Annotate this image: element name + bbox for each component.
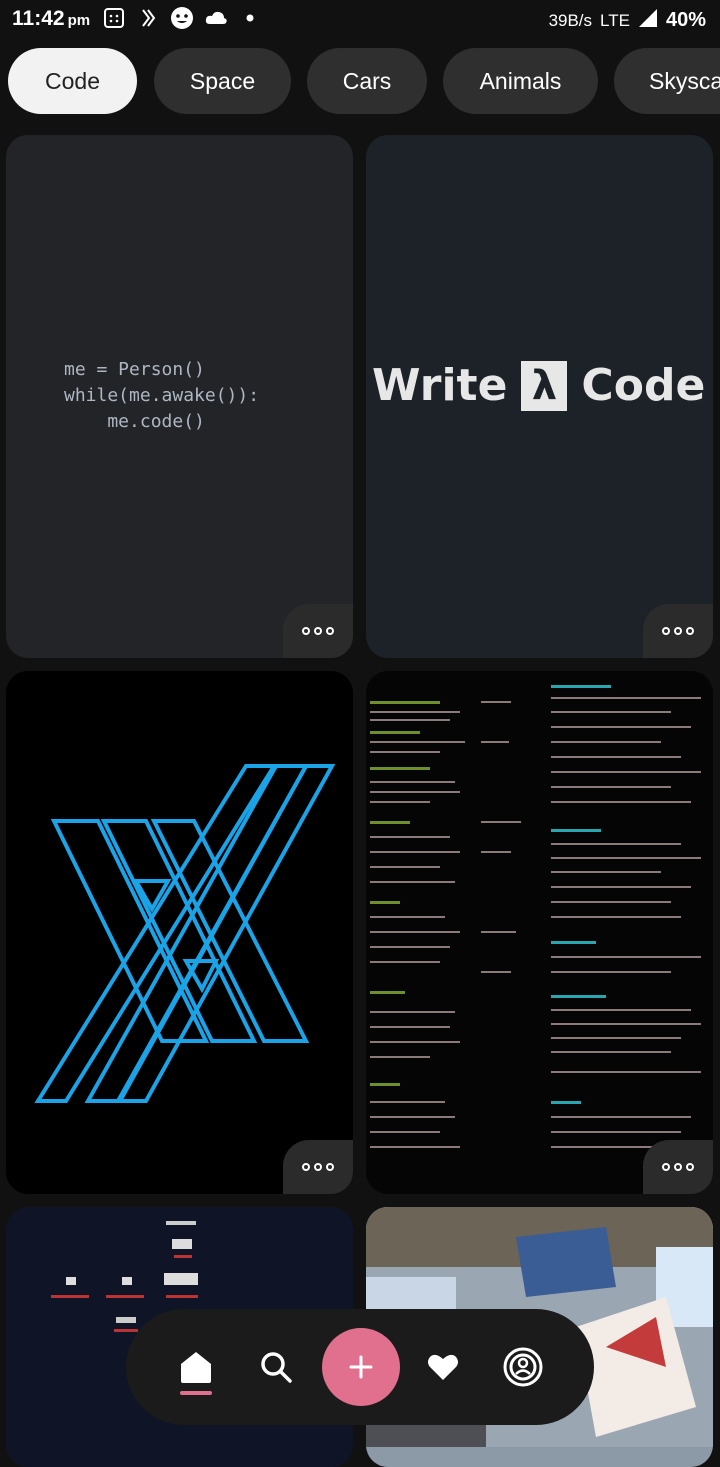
status-right: 39B/s LTE 40% — [549, 8, 706, 33]
status-bar: 11:42 pm 39B/s LTE 40% — [0, 0, 720, 38]
calendar-icon — [102, 6, 126, 30]
more-dots-icon — [662, 1163, 694, 1171]
heart-icon[interactable] — [421, 1345, 465, 1389]
search-icon[interactable] — [254, 1345, 298, 1389]
more-options-button[interactable] — [643, 1140, 713, 1194]
chip-skyscrapers[interactable]: Skysca — [614, 48, 720, 114]
category-chips: Code Space Cars Animals Skysca — [0, 48, 720, 116]
plus-icon — [349, 1355, 373, 1379]
lambda-icon: λ — [521, 360, 568, 411]
network-speed: 39B/s — [548, 10, 593, 30]
cloud-icon — [204, 6, 228, 30]
more-dots-icon — [302, 1163, 334, 1171]
chip-cars[interactable]: Cars — [307, 48, 427, 114]
chip-animals[interactable]: Animals — [443, 48, 598, 114]
bottom-navigation — [126, 1309, 594, 1425]
pin-card-terminal-cheatsheet[interactable] — [366, 671, 713, 1194]
more-options-button[interactable] — [283, 604, 353, 658]
neon-logo-image — [34, 764, 336, 1103]
more-dots-icon — [302, 627, 334, 635]
app-notification-icon — [136, 6, 160, 30]
more-options-button[interactable] — [643, 604, 713, 658]
chip-space[interactable]: Space — [154, 48, 291, 114]
pin-card-write-code[interactable]: Write λ Code — [366, 135, 713, 658]
cheatsheet-image — [370, 685, 701, 1148]
create-button[interactable] — [322, 1328, 400, 1406]
more-dots-icon — [662, 627, 694, 635]
profile-icon[interactable] — [501, 1345, 545, 1389]
notification-icons — [102, 6, 262, 30]
status-time: 11:42 pm — [12, 7, 91, 30]
more-options-button[interactable] — [283, 1140, 353, 1194]
network-type: LTE — [600, 10, 630, 30]
battery-level: 40% — [665, 9, 706, 31]
pin-card-neon-logo[interactable] — [6, 671, 353, 1194]
signal-icon — [638, 8, 658, 33]
dot-icon — [238, 6, 262, 30]
pin-card-code-snippet[interactable]: me = Person() while(me.awake()): me.code… — [6, 135, 353, 658]
home-active-indicator — [180, 1391, 212, 1395]
emoji-icon — [170, 6, 194, 30]
write-code-text: Write λ Code — [372, 360, 706, 411]
chip-code[interactable]: Code — [8, 48, 137, 114]
home-icon[interactable] — [174, 1345, 218, 1389]
code-snippet-text: me = Person() while(me.awake()): me.code… — [64, 359, 260, 432]
